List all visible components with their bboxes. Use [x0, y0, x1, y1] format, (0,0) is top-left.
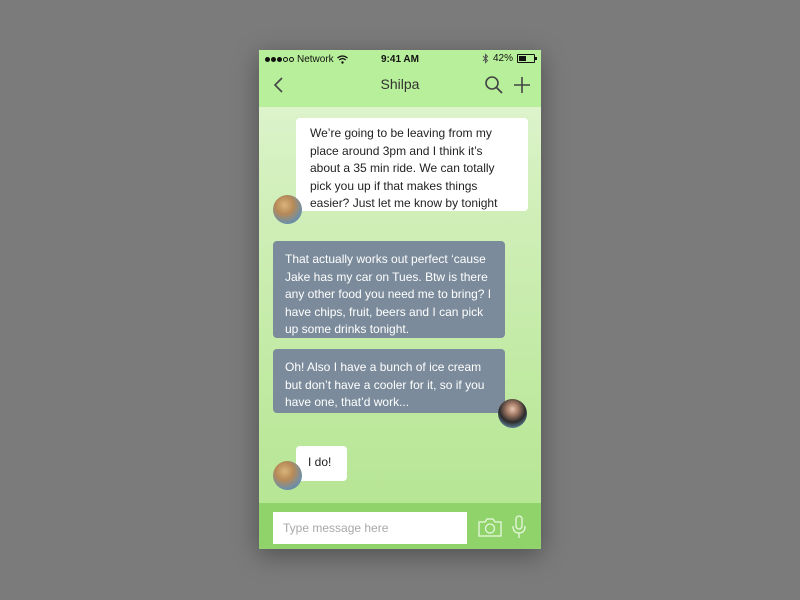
- search-icon[interactable]: [484, 75, 504, 95]
- status-bar: Network 9:41 AM 42%: [259, 50, 541, 70]
- message-bubble-outgoing: That actually works out perfect ‘cause J…: [273, 241, 505, 338]
- phone-screen: Network 9:41 AM 42% Shilpa We’re going t…: [259, 50, 541, 549]
- message-input[interactable]: [273, 512, 467, 544]
- message-text: We’re going to be leaving from my place …: [310, 126, 498, 210]
- message-text: That actually works out perfect ‘cause J…: [285, 252, 492, 336]
- camera-icon[interactable]: [478, 517, 502, 537]
- microphone-icon[interactable]: [511, 515, 527, 539]
- contact-avatar[interactable]: [273, 195, 302, 224]
- message-bubble-incoming: We’re going to be leaving from my place …: [296, 118, 528, 211]
- status-right: 42%: [482, 53, 537, 64]
- plus-icon[interactable]: [512, 75, 532, 95]
- top-bar: Network 9:41 AM 42% Shilpa: [259, 50, 541, 107]
- message-text: I do!: [308, 455, 332, 469]
- nav-bar: Shilpa: [259, 70, 541, 107]
- battery-percent: 42%: [492, 53, 513, 64]
- user-avatar[interactable]: [498, 399, 527, 428]
- battery-icon: [517, 54, 537, 63]
- message-text: Oh! Also I have a bunch of ice cream but…: [285, 360, 485, 409]
- contact-avatar[interactable]: [273, 461, 302, 490]
- bluetooth-icon: [482, 53, 489, 64]
- message-bubble-incoming: I do!: [296, 446, 347, 481]
- message-bubble-outgoing: Oh! Also I have a bunch of ice cream but…: [273, 349, 505, 413]
- message-composer: [259, 503, 541, 549]
